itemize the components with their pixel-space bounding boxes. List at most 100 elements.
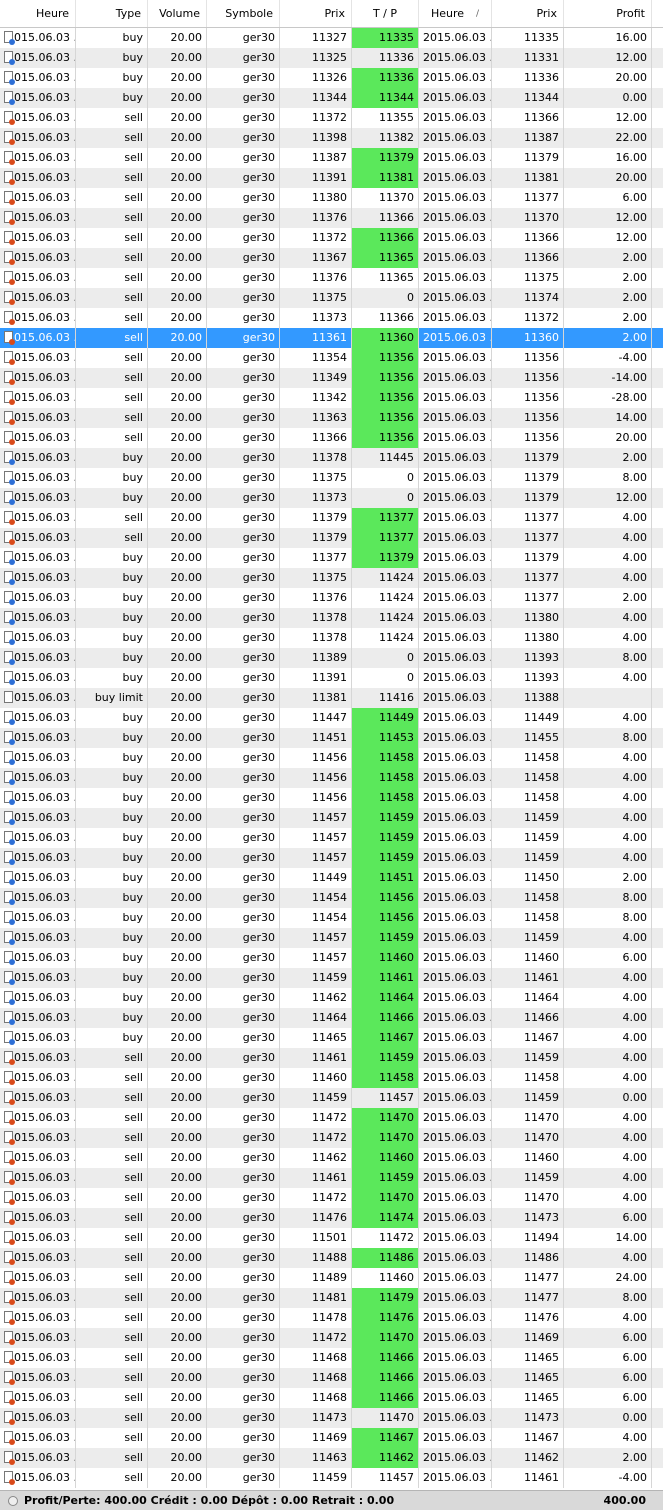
cell-type: sell	[76, 308, 148, 328]
table-row[interactable]: 2015.06.03 ...sell20.00ger30114681146620…	[0, 1348, 663, 1368]
table-row[interactable]: 2015.06.03 ...sell20.00ger30114811147920…	[0, 1288, 663, 1308]
table-row[interactable]: 2015.06.03 ...sell20.00ger30114621146020…	[0, 1148, 663, 1168]
table-row[interactable]: 2015.06.03 ...sell20.00ger30114781147620…	[0, 1308, 663, 1328]
cell-take-profit: 11470	[352, 1128, 419, 1148]
cell-close-time: 2015.06.03 ...	[419, 228, 492, 248]
table-row[interactable]: 2015.06.03 ...sell20.00ger30113631135620…	[0, 408, 663, 428]
column-header-open-time[interactable]: Heure	[0, 0, 76, 27]
table-row[interactable]: 2015.06.03 ...sell20.00ger30114611145920…	[0, 1168, 663, 1188]
table-row[interactable]: 2015.06.03 ...sell20.00ger30113911138120…	[0, 168, 663, 188]
column-header-symbol[interactable]: Symbole	[207, 0, 280, 27]
table-row[interactable]: 2015.06.03 ...sell20.00ger30113871137920…	[0, 148, 663, 168]
table-row[interactable]: 2015.06.03 ...buy20.00ger301134411344201…	[0, 88, 663, 108]
table-row[interactable]: 2015.06.03 ...sell20.00ger30114721147020…	[0, 1128, 663, 1148]
table-row[interactable]: 2015.06.03 ...buy20.00ger301139102015.06…	[0, 668, 663, 688]
cell-profit: 12.00	[564, 488, 652, 508]
column-header-profit[interactable]: Profit	[564, 0, 652, 27]
table-row[interactable]: 2015.06.03 ...sell20.00ger30114601145820…	[0, 1068, 663, 1088]
table-row[interactable]: 2015.06.03 ...sell20.00ger30113801137020…	[0, 188, 663, 208]
table-row[interactable]: 2015.06.03 ...sell20.00ger30113981138220…	[0, 128, 663, 148]
table-row[interactable]: 2015.06.03 ...sell20.00ger30114731147020…	[0, 1408, 663, 1428]
cell-close-time: 2015.06.03 ...	[419, 1128, 492, 1148]
table-row[interactable]: 2015.06.03 ...buy20.00ger301144711449201…	[0, 708, 663, 728]
cell-take-profit: 11356	[352, 408, 419, 428]
table-row[interactable]: 2015.06.03 ...sell20.00ger30114591145720…	[0, 1468, 663, 1488]
cell-close-price: 11459	[492, 808, 564, 828]
table-row[interactable]: 2015.06.03 ...buy20.00ger301137811445201…	[0, 448, 663, 468]
table-row[interactable]: 2015.06.03 ...sell20.00ger30113721136620…	[0, 228, 663, 248]
table-row[interactable]: 2015.06.03 ...buy20.00ger301137811424201…	[0, 628, 663, 648]
table-row[interactable]: 2015.06.03 ...sell20.00ger30114761147420…	[0, 1208, 663, 1228]
column-header-close-price[interactable]: Prix	[492, 0, 564, 27]
table-row[interactable]: 2015.06.03 ...sell20.00ger30114681146620…	[0, 1368, 663, 1388]
table-row[interactable]: 2015.06.03 ...sell20.00ger30113661135620…	[0, 428, 663, 448]
table-row[interactable]: 2015.06.03 ...buy20.00ger301145611458201…	[0, 768, 663, 788]
table-row[interactable]: 2015.06.03 ...buy20.00ger301145911461201…	[0, 968, 663, 988]
table-row[interactable]: 2015.06.03 ...sell20.00ger30113671136520…	[0, 248, 663, 268]
table-row[interactable]: 2015.06.03 ...buy20.00ger301137711379201…	[0, 548, 663, 568]
table-row[interactable]: 2015.06.03 ...buy20.00ger301145611458201…	[0, 748, 663, 768]
column-header-take-profit[interactable]: T / P	[352, 0, 419, 27]
cell-open-price: 11456	[280, 788, 352, 808]
table-row[interactable]: 2015.06.03 ...buy20.00ger301145111453201…	[0, 728, 663, 748]
table-row[interactable]: 2015.06.03 ...sell20.00ger30114681146620…	[0, 1388, 663, 1408]
table-row[interactable]: 2015.06.03 ...buy20.00ger301132711335201…	[0, 28, 663, 48]
table-row[interactable]: 2015.06.03 ...buy20.00ger301132511336201…	[0, 48, 663, 68]
cell-open-price: 11380	[280, 188, 352, 208]
cell-open-time: 2015.06.03 ...	[0, 588, 76, 608]
table-row[interactable]: 2015.06.03 ...sell20.00ger30113721135520…	[0, 108, 663, 128]
table-row[interactable]: 2015.06.03 ...buy20.00ger301145611458201…	[0, 788, 663, 808]
table-row[interactable]: 2015.06.03 ...sell20.00ger30114611145920…	[0, 1048, 663, 1068]
table-row[interactable]: 2015.06.03 ...sell20.00ger30114891146020…	[0, 1268, 663, 1288]
table-row[interactable]: 2015.06.03 ...buy20.00ger301138902015.06…	[0, 648, 663, 668]
table-row[interactable]: 2015.06.03 ...buy20.00ger301144911451201…	[0, 868, 663, 888]
cell-profit: 4.00	[564, 508, 652, 528]
table-row[interactable]: 2015.06.03 ...sell20.00ger30114881148620…	[0, 1248, 663, 1268]
table-row[interactable]: 2015.06.03 ...sell20.00ger30113611136020…	[0, 328, 663, 348]
table-row[interactable]: 2015.06.03 ...sell20.00ger301137502015.0…	[0, 288, 663, 308]
table-row[interactable]: 2015.06.03 ...buy20.00ger301145411456201…	[0, 908, 663, 928]
table-row[interactable]: 2015.06.03 ...sell20.00ger30113541135620…	[0, 348, 663, 368]
table-row[interactable]: 2015.06.03 ...buy20.00ger301132611336201…	[0, 68, 663, 88]
table-row[interactable]: 2015.06.03 ...sell20.00ger30113761136520…	[0, 268, 663, 288]
table-row[interactable]: 2015.06.03 ...buy20.00ger301145711459201…	[0, 808, 663, 828]
table-row[interactable]: 2015.06.03 ...buy20.00ger301137811424201…	[0, 608, 663, 628]
table-row[interactable]: 2015.06.03 ...buy20.00ger301146411466201…	[0, 1008, 663, 1028]
table-row[interactable]: 2015.06.03 ...sell20.00ger30114721147020…	[0, 1188, 663, 1208]
table-row[interactable]: 2015.06.03 ...sell20.00ger30113731136620…	[0, 308, 663, 328]
cell-close-time: 2015.06.03 ...	[419, 308, 492, 328]
order-document-icon	[4, 331, 15, 345]
table-row[interactable]: 2015.06.03 ...buy20.00ger301137302015.06…	[0, 488, 663, 508]
table-row[interactable]: 2015.06.03 ...sell20.00ger30113791137720…	[0, 508, 663, 528]
table-row[interactable]: 2015.06.03 ...buy20.00ger301146511467201…	[0, 1028, 663, 1048]
column-header-open-price[interactable]: Prix	[280, 0, 352, 27]
table-row[interactable]: 2015.06.03 ...sell20.00ger30115011147220…	[0, 1228, 663, 1248]
table-row[interactable]: 2015.06.03 ...sell20.00ger30114721147020…	[0, 1108, 663, 1128]
table-row[interactable]: 2015.06.03 ...buy20.00ger301145711459201…	[0, 928, 663, 948]
table-row[interactable]: 2015.06.03 ...buy20.00ger301137611424201…	[0, 588, 663, 608]
table-row[interactable]: 2015.06.03 ...sell20.00ger30114721147020…	[0, 1328, 663, 1348]
table-row[interactable]: 2015.06.03 ...sell20.00ger30113491135620…	[0, 368, 663, 388]
order-document-icon	[4, 491, 15, 505]
cell-type: sell	[76, 388, 148, 408]
table-row[interactable]: 2015.06.03 ...sell20.00ger30114591145720…	[0, 1088, 663, 1108]
table-row[interactable]: 2015.06.03 ...buy20.00ger301145411456201…	[0, 888, 663, 908]
table-row[interactable]: 2015.06.03 ...buy limit20.00ger301138111…	[0, 688, 663, 708]
cell-take-profit: 11456	[352, 888, 419, 908]
column-header-volume[interactable]: Volume	[148, 0, 207, 27]
table-row[interactable]: 2015.06.03 ...buy20.00ger301137511424201…	[0, 568, 663, 588]
table-row[interactable]: 2015.06.03 ...sell20.00ger30114691146720…	[0, 1428, 663, 1448]
table-row[interactable]: 2015.06.03 ...buy20.00ger301145711459201…	[0, 848, 663, 868]
column-header-type[interactable]: Type	[76, 0, 148, 27]
table-row[interactable]: 2015.06.03 ...sell20.00ger30113761136620…	[0, 208, 663, 228]
cell-take-profit: 11445	[352, 448, 419, 468]
cell-close-price: 11381	[492, 168, 564, 188]
table-row[interactable]: 2015.06.03 ...buy20.00ger301145711460201…	[0, 948, 663, 968]
table-row[interactable]: 2015.06.03 ...sell20.00ger30114631146220…	[0, 1448, 663, 1468]
table-row[interactable]: 2015.06.03 ...buy20.00ger301146211464201…	[0, 988, 663, 1008]
table-row[interactable]: 2015.06.03 ...sell20.00ger30113421135620…	[0, 388, 663, 408]
table-row[interactable]: 2015.06.03 ...buy20.00ger301145711459201…	[0, 828, 663, 848]
table-row[interactable]: 2015.06.03 ...sell20.00ger30113791137720…	[0, 528, 663, 548]
table-row[interactable]: 2015.06.03 ...buy20.00ger301137502015.06…	[0, 468, 663, 488]
column-header-close-time[interactable]: Heure /	[419, 0, 492, 27]
